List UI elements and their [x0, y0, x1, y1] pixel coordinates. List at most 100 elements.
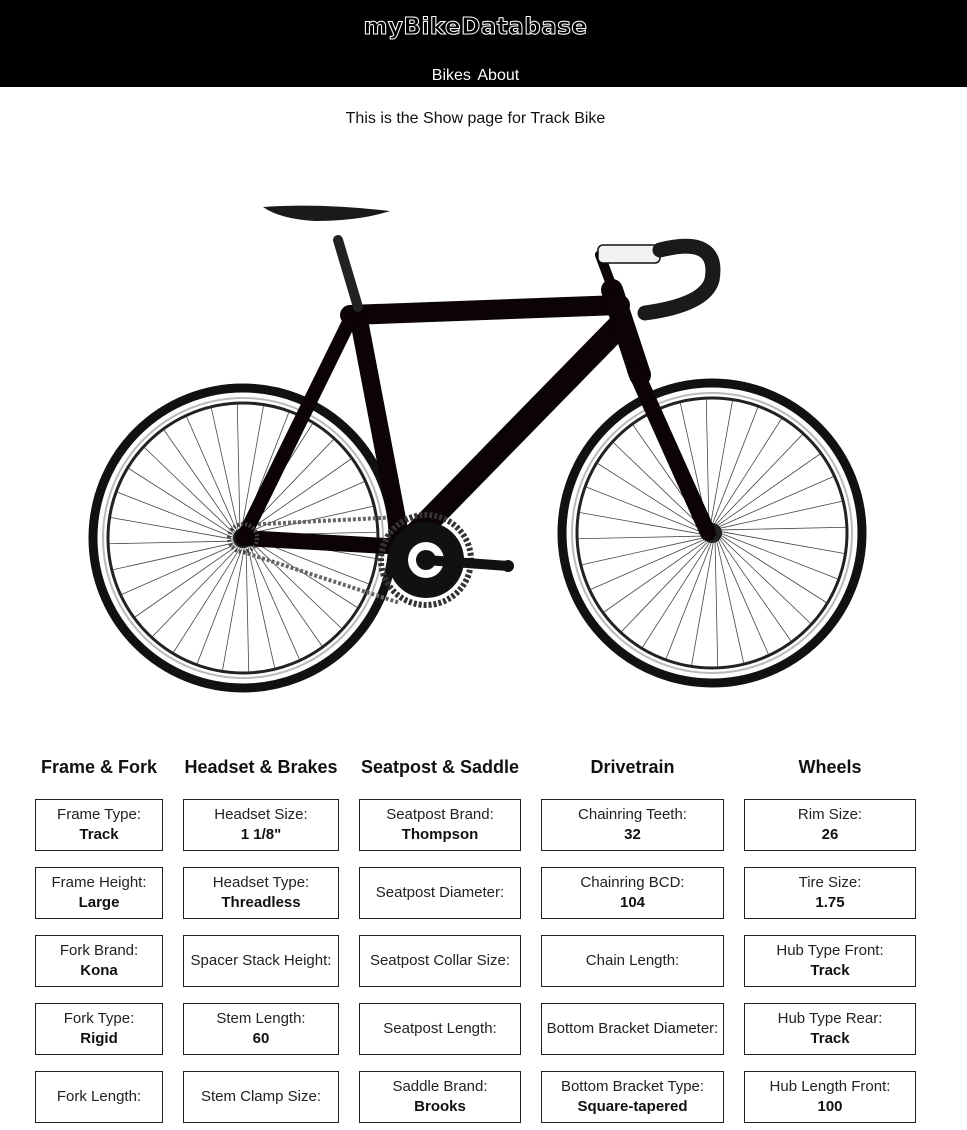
- spoke: [714, 434, 803, 526]
- spoke: [691, 540, 714, 666]
- spoke: [112, 542, 237, 571]
- spec-value: 32: [624, 826, 641, 843]
- spec-cell-frame-type: Frame Type: Track: [35, 799, 163, 851]
- top-header: myBikeDatabase Bikes About: [0, 0, 967, 87]
- spec-value: Track: [79, 826, 119, 843]
- spec-label: Stem Length:: [216, 1010, 306, 1027]
- spoke: [716, 539, 745, 664]
- spec-value: Threadless: [221, 894, 301, 911]
- spoke: [714, 540, 719, 667]
- spec-cell-hub-length-front: Hub Length Front: 100: [744, 1071, 916, 1123]
- spec-cell-seatpost-length: Seatpost Length:: [359, 1003, 521, 1055]
- spoke: [109, 540, 236, 545]
- spec-label: Rim Size:: [797, 806, 863, 823]
- spoke: [247, 544, 276, 669]
- stem: [597, 244, 661, 264]
- spoke: [249, 542, 323, 647]
- spec-label: Headset Type:: [212, 874, 310, 891]
- main-nav: Bikes About: [0, 67, 951, 85]
- spoke: [222, 545, 245, 671]
- spec-cell-stem-clamp-size: Stem Clamp Size:: [183, 1071, 339, 1123]
- spec-cell-saddle-brand: Saddle Brand: Brooks: [359, 1071, 521, 1123]
- site-title[interactable]: myBikeDatabase: [0, 14, 951, 41]
- spec-cell-chainring-teeth: Chainring Teeth: 32: [541, 799, 724, 851]
- spoke: [705, 399, 710, 526]
- spoke: [719, 531, 845, 554]
- spec-value: Square-tapered: [577, 1098, 688, 1115]
- spoke: [250, 540, 342, 629]
- nav-about-link[interactable]: About: [477, 67, 519, 84]
- spec-label: Hub Type Rear:: [777, 1010, 883, 1027]
- spec-cell-frame-height: Frame Height: Large: [35, 867, 163, 919]
- spoke: [110, 517, 236, 540]
- spoke: [210, 407, 239, 532]
- section-header-headset-brakes: Headset & Brakes: [184, 757, 338, 777]
- crank-arm: [421, 555, 513, 571]
- spec-value: Brooks: [414, 1098, 466, 1115]
- spoke: [134, 544, 239, 618]
- spec-label: Chainring Teeth:: [578, 806, 687, 823]
- spec-cell-chainring-bcd: Chainring BCD: 104: [541, 867, 724, 919]
- spoke: [719, 535, 811, 624]
- page-subtitle: This is the Show page for Track Bike: [345, 110, 606, 127]
- spec-cell-rim-size: Rim Size: 26: [744, 799, 916, 851]
- spec-cell-fork-type: Fork Type: Rigid: [35, 1003, 163, 1055]
- spec-label: Seatpost Brand:: [386, 806, 494, 823]
- section-header-frame-fork: Frame & Fork: [40, 757, 158, 777]
- spoke: [579, 512, 705, 535]
- spec-label: Hub Type Front:: [776, 942, 884, 959]
- spec-cell-seatpost-brand: Seatpost Brand: Thompson: [359, 799, 521, 851]
- spec-value: 1 1/8": [240, 826, 282, 843]
- spec-label: Bottom Bracket Type:: [560, 1078, 705, 1095]
- spoke: [717, 538, 769, 655]
- spoke: [144, 447, 236, 536]
- spec-cell-tire-size: Tire Size: 1.75: [744, 867, 916, 919]
- spec-value: 100: [817, 1098, 843, 1115]
- spoke: [590, 538, 707, 590]
- spec-label: Stem Clamp Size:: [200, 1088, 322, 1105]
- spec-cell-seatpost-diameter: Seatpost Diameter:: [359, 867, 521, 919]
- spec-cell-fork-brand: Fork Brand: Kona: [35, 935, 163, 987]
- saddle: [263, 205, 390, 221]
- spoke: [621, 540, 710, 632]
- spoke: [710, 400, 733, 526]
- spec-cell-hub-type-rear: Hub Type Rear: Track: [744, 1003, 916, 1055]
- nav-bikes-link[interactable]: Bikes: [432, 67, 471, 84]
- spec-value: Track: [810, 962, 850, 979]
- spec-value: Track: [810, 1030, 850, 1047]
- spec-cell-spacer-stack-height: Spacer Stack Height:: [183, 935, 339, 987]
- spec-cell-hub-type-front: Hub Type Front: Track: [744, 935, 916, 987]
- spoke: [163, 429, 237, 534]
- spoke: [716, 453, 821, 527]
- spoke: [719, 526, 846, 531]
- spec-label: Tire Size:: [798, 874, 862, 891]
- spec-value: 1.75: [815, 894, 845, 911]
- spec-label: Frame Type:: [57, 806, 141, 823]
- bike-frame: [235, 235, 716, 557]
- section-header-drivetrain: Drivetrain: [590, 757, 675, 777]
- spoke: [581, 537, 706, 566]
- spec-label: Spacer Stack Height:: [190, 952, 332, 969]
- spec-value: Kona: [80, 962, 118, 979]
- spoke: [186, 416, 238, 533]
- section-header-wheels: Wheels: [798, 757, 862, 777]
- spec-value: 26: [821, 826, 839, 843]
- track-bike-image: [88, 205, 867, 693]
- spec-value: Large: [78, 894, 120, 911]
- spec-value: Rigid: [80, 1030, 118, 1047]
- spec-cell-chain-length: Chain Length:: [541, 935, 724, 987]
- spec-cell-bottom-bracket-diameter: Bottom Bracket Diameter:: [541, 1003, 724, 1055]
- spec-label: Headset Size:: [214, 806, 308, 823]
- section-header-seatpost-saddle: Seatpost & Saddle: [360, 757, 520, 777]
- spec-label: Bottom Bracket Diameter:: [546, 1020, 719, 1037]
- spoke: [245, 545, 250, 672]
- spec-label: Seatpost Collar Size:: [369, 952, 511, 969]
- spec-label: Saddle Brand:: [392, 1078, 488, 1095]
- spec-label: Chain Length:: [585, 952, 680, 969]
- spec-cell-headset-size: Headset Size: 1 1/8": [183, 799, 339, 851]
- spec-label: Seatpost Diameter:: [375, 884, 505, 901]
- spec-cell-seatpost-collar-size: Seatpost Collar Size:: [359, 935, 521, 987]
- spec-value: 60: [252, 1030, 270, 1047]
- spoke: [236, 404, 241, 531]
- spec-value: 104: [619, 894, 646, 911]
